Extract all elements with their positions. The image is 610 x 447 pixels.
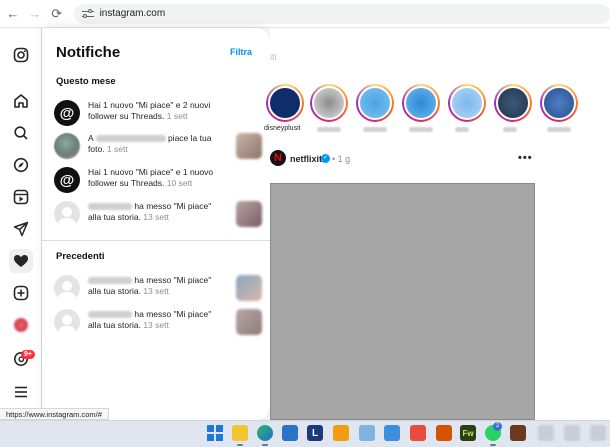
sidebar-rail: 9+ bbox=[0, 28, 42, 420]
story-avatar[interactable] bbox=[356, 84, 394, 122]
notification-time: 13 sett bbox=[143, 212, 169, 222]
section-divider bbox=[42, 240, 270, 241]
reels-icon[interactable] bbox=[9, 185, 33, 209]
l-app-icon[interactable]: L bbox=[307, 425, 323, 441]
blurred-username bbox=[88, 203, 132, 211]
user-avatar[interactable] bbox=[54, 133, 80, 159]
profile-avatar[interactable] bbox=[9, 313, 33, 337]
app-icon[interactable] bbox=[590, 425, 606, 441]
address-bar[interactable]: instagram.com bbox=[73, 3, 610, 24]
blurred-username bbox=[88, 277, 132, 285]
story-label-blurred bbox=[503, 127, 517, 132]
fireworks-icon[interactable]: Fw bbox=[460, 425, 476, 441]
story-label-blurred bbox=[363, 127, 387, 132]
notepad-icon[interactable] bbox=[384, 425, 400, 441]
notification-time: 10 sett bbox=[166, 178, 193, 188]
tune-icon[interactable] bbox=[81, 8, 94, 19]
more-menu-icon[interactable] bbox=[9, 380, 33, 404]
app-icon[interactable] bbox=[538, 425, 554, 441]
post-author-avatar[interactable]: N bbox=[270, 150, 286, 166]
file-explorer-icon[interactable] bbox=[232, 425, 248, 441]
main-feed: iti disneyplusit N netflixit ✓ • 1 g ••• bbox=[264, 28, 610, 420]
notification-prefix: A bbox=[88, 133, 94, 143]
story-label-blurred bbox=[547, 127, 571, 132]
notification-text: Hai 1 nuovo "Mi piace" e 2 nuovi followe… bbox=[88, 100, 211, 121]
blurred-username bbox=[95, 135, 166, 143]
link-status-bar: https://www.instagram.com/# bbox=[0, 408, 109, 420]
app-icon[interactable] bbox=[359, 425, 375, 441]
feed-tab-fragment: iti bbox=[270, 52, 277, 62]
verified-badge-icon: ✓ bbox=[321, 154, 330, 163]
threads-badge: 9+ bbox=[21, 350, 35, 359]
arrow-left-icon[interactable]: ← bbox=[2, 6, 24, 21]
post-image[interactable] bbox=[270, 183, 535, 420]
story-label-blurred bbox=[409, 127, 433, 132]
direct-messages-icon[interactable] bbox=[9, 217, 33, 241]
create-plus-icon[interactable] bbox=[9, 281, 33, 305]
running-indicator bbox=[262, 444, 268, 446]
notification-time: 13 sett bbox=[143, 286, 169, 296]
notification-text: Hai 1 nuovo "Mi piace" e 1 nuovo followe… bbox=[88, 167, 214, 188]
post-time: • 1 g bbox=[332, 154, 351, 164]
whatsapp-badge: 2 bbox=[493, 422, 502, 431]
notification-item[interactable]: ha messo "Mi piace" alla tua storia. 13 … bbox=[54, 273, 262, 303]
notification-item[interactable]: ha messo "Mi piace" alla tua storia. 13 … bbox=[54, 307, 262, 337]
taskbar: L Fw 2 bbox=[0, 420, 610, 447]
url-text: instagram.com bbox=[99, 8, 166, 19]
explore-compass-icon[interactable] bbox=[9, 153, 33, 177]
notification-time: 13 sett bbox=[143, 320, 169, 330]
threads-avatar-icon: @ bbox=[54, 100, 80, 126]
story-thumbnail[interactable] bbox=[236, 201, 262, 227]
default-avatar-icon[interactable] bbox=[54, 201, 80, 227]
notification-time: 1 sett bbox=[166, 111, 188, 121]
story-thumbnail[interactable] bbox=[236, 275, 262, 301]
app-icon[interactable] bbox=[510, 425, 526, 441]
instagram-logo-icon[interactable] bbox=[9, 43, 33, 67]
reload-icon[interactable]: ⟳ bbox=[46, 6, 68, 22]
story-label: disneyplusit bbox=[264, 125, 301, 132]
post-author-name[interactable]: netflixit bbox=[290, 154, 322, 164]
app-icon[interactable] bbox=[564, 425, 580, 441]
post-time-value: 1 g bbox=[337, 154, 351, 164]
filter-button[interactable]: Filtra bbox=[230, 47, 252, 57]
arrow-right-icon[interactable]: → bbox=[24, 6, 46, 21]
running-indicator bbox=[490, 444, 496, 446]
store-icon[interactable] bbox=[282, 425, 298, 441]
section-heading-earlier: Precedenti bbox=[56, 251, 105, 262]
story-avatar[interactable] bbox=[402, 84, 440, 122]
story-avatar[interactable] bbox=[540, 84, 578, 122]
notifications-panel: Notifiche Filtra Questo mese @ Hai 1 nuo… bbox=[42, 28, 270, 420]
app-icon[interactable] bbox=[333, 425, 349, 441]
edge-icon[interactable] bbox=[257, 425, 273, 441]
default-avatar-icon[interactable] bbox=[54, 275, 80, 301]
notifications-heart-icon[interactable] bbox=[9, 249, 33, 273]
notification-item[interactable]: @ Hai 1 nuovo "Mi piace" e 1 nuovo follo… bbox=[54, 165, 262, 195]
story-avatar[interactable] bbox=[448, 84, 486, 122]
story-avatar[interactable] bbox=[266, 84, 304, 122]
browser-toolbar: ← → ⟳ instagram.com bbox=[0, 0, 610, 28]
section-heading-this-month: Questo mese bbox=[56, 76, 116, 87]
story-thumbnail[interactable] bbox=[236, 309, 262, 335]
app-icon[interactable] bbox=[436, 425, 452, 441]
default-avatar-icon[interactable] bbox=[54, 309, 80, 335]
panel-title: Notifiche bbox=[56, 44, 121, 61]
notification-time: 1 sett bbox=[106, 144, 128, 154]
running-indicator bbox=[237, 444, 243, 446]
home-icon[interactable] bbox=[9, 89, 33, 113]
story-label-blurred bbox=[455, 127, 469, 132]
notification-item[interactable]: @ Hai 1 nuovo "Mi piace" e 2 nuovi follo… bbox=[54, 98, 262, 128]
story-avatar[interactable] bbox=[494, 84, 532, 122]
notification-item[interactable]: ha messo "Mi piace" alla tua storia. 13 … bbox=[54, 199, 262, 229]
blurred-username bbox=[88, 311, 132, 319]
more-horizontal-icon[interactable]: ••• bbox=[518, 152, 533, 164]
threads-avatar-icon: @ bbox=[54, 167, 80, 193]
story-label-blurred bbox=[317, 127, 341, 132]
app-icon[interactable] bbox=[410, 425, 426, 441]
post-thumbnail[interactable] bbox=[236, 133, 262, 159]
windows-start-icon[interactable] bbox=[207, 425, 223, 441]
search-icon[interactable] bbox=[9, 121, 33, 145]
story-avatar[interactable] bbox=[310, 84, 348, 122]
notification-item[interactable]: A piace la tua foto. 1 sett bbox=[54, 131, 262, 161]
